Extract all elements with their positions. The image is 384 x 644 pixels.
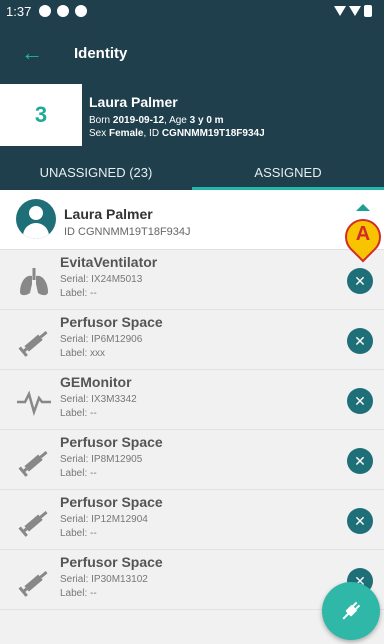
heartbeat-icon (17, 390, 51, 417)
device-row: Perfusor Space Serial: IP12M12904 Label:… (0, 490, 384, 550)
tab-assigned[interactable]: ASSIGNED (192, 154, 384, 190)
lungs-icon (20, 268, 48, 296)
connect-plug-button[interactable] (322, 582, 380, 640)
remove-device-button[interactable]: ✕ (347, 328, 373, 354)
born-date: 2019-09-12 (112, 115, 165, 126)
bed-number: 3 (0, 84, 82, 146)
device-name: Perfusor Space (60, 314, 163, 330)
patient-birth-line: Born 2019-09-12, Age 3 y 0 m (89, 115, 224, 126)
assigned-patient-name: Laura Palmer (64, 206, 153, 222)
syringe-icon (18, 510, 48, 537)
device-serial: Serial: IX3M3342 (60, 394, 137, 405)
patient-name: Laura Palmer (89, 94, 178, 110)
app-bar: ← Identity (0, 22, 384, 84)
remove-device-button[interactable]: ✕ (347, 388, 373, 414)
location-icon (75, 5, 88, 17)
battery-icon (364, 5, 372, 17)
id-label: , ID (143, 128, 162, 139)
age-label: , Age (164, 115, 190, 126)
page-title: Identity (74, 44, 128, 62)
syringe-icon (18, 450, 48, 477)
device-serial: Serial: IP12M12904 (60, 514, 148, 525)
notification-icon (39, 5, 52, 17)
age-value: 3 y 0 m (189, 115, 224, 126)
device-label: Label: -- (60, 288, 97, 299)
sex-label: Sex (89, 128, 110, 139)
device-label: Label: xxx (60, 348, 106, 359)
patient-sex-id-line: Sex Female, ID CGNNMM19T18F934J (89, 128, 265, 139)
syringe-icon (18, 570, 48, 597)
status-time: 1:37 (6, 3, 32, 19)
device-name: GEMonitor (60, 374, 132, 390)
device-label: Label: -- (60, 588, 97, 599)
born-label: Born (89, 115, 113, 126)
device-label: Label: -- (60, 528, 97, 539)
patient-avatar-icon (16, 199, 56, 239)
device-name: Perfusor Space (60, 554, 163, 570)
device-serial: Serial: IP30M13102 (60, 574, 148, 585)
assigned-patient-row: Laura Palmer ID CGNNMM19T18F934J (0, 190, 384, 250)
device-name: EvitaVentilator (60, 254, 158, 270)
callout-letter: A (355, 223, 371, 245)
id-value: CGNNMM19T18F934J (161, 128, 265, 139)
device-label: Label: -- (60, 408, 97, 419)
signal-icon (349, 6, 361, 16)
back-arrow-icon[interactable]: ← (0, 40, 64, 66)
plug-icon (342, 601, 361, 620)
tab-bar: UNASSIGNED (23) ASSIGNED (0, 154, 384, 190)
device-serial: Serial: IP6M12906 (60, 334, 143, 345)
device-row: GEMonitor Serial: IX3M3342 Label: -- ✕ (0, 370, 384, 430)
remove-device-button[interactable]: ✕ (347, 448, 373, 474)
status-bar: 1:37 (0, 0, 384, 22)
patient-header: 3 Laura Palmer Born 2019-09-12, Age 3 y … (0, 84, 384, 154)
remove-device-button[interactable]: ✕ (347, 268, 373, 294)
volume-icon (57, 5, 70, 17)
collapse-chevron-icon[interactable] (356, 204, 370, 211)
device-row: Perfusor Space Serial: IP6M12906 Label: … (0, 310, 384, 370)
assigned-patient-id: ID CGNNMM19T18F934J (64, 226, 191, 238)
device-row: Perfusor Space Serial: IP8M12905 Label: … (0, 430, 384, 490)
device-row: EvitaVentilator Serial: IX24M5013 Label:… (0, 250, 384, 310)
syringe-icon (18, 330, 48, 357)
sex-value: Female (109, 128, 144, 139)
device-serial: Serial: IP8M12905 (60, 454, 143, 465)
device-name: Perfusor Space (60, 434, 163, 450)
wifi-icon (334, 6, 346, 16)
callout-marker: A (337, 211, 384, 263)
device-serial: Serial: IX24M5013 (60, 274, 143, 285)
remove-device-button[interactable]: ✕ (347, 508, 373, 534)
device-name: Perfusor Space (60, 494, 163, 510)
device-label: Label: -- (60, 468, 97, 479)
tab-unassigned[interactable]: UNASSIGNED (23) (0, 154, 192, 190)
